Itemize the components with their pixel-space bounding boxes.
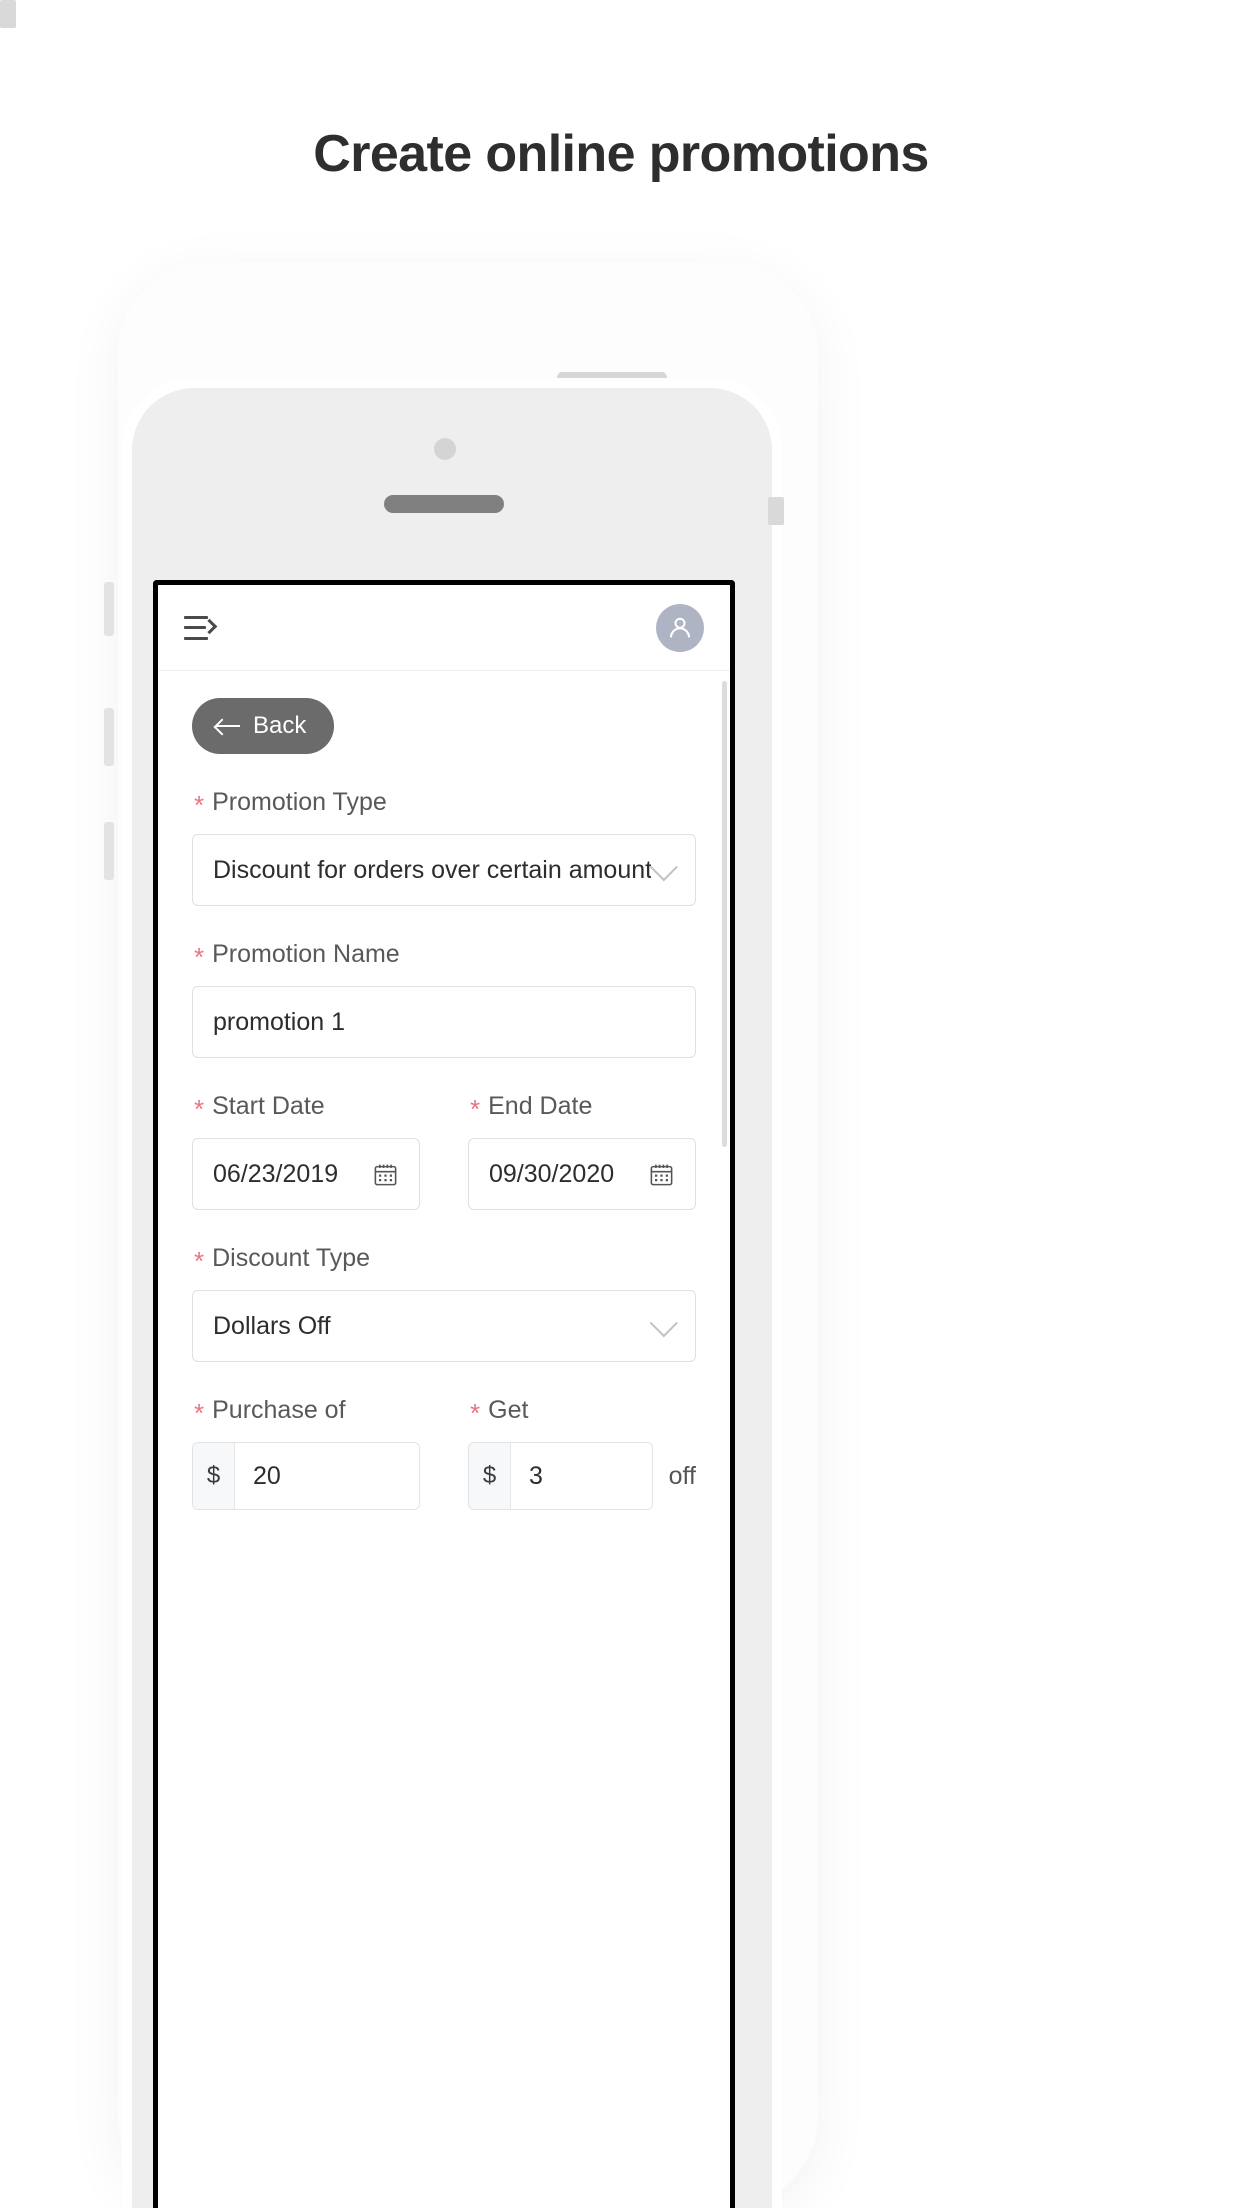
speaker-grille-icon — [384, 495, 504, 513]
page-title: Create online promotions — [313, 125, 929, 183]
required-asterisk: * — [470, 1094, 481, 1124]
purchase-of-group: * Purchase of $ 20 — [192, 1362, 420, 1510]
start-date-group: * Start Date 06/23/2019 — [192, 1058, 420, 1210]
label-promotion-type: * Promotion Type — [194, 788, 696, 820]
required-asterisk: * — [194, 1094, 205, 1124]
label-text: Promotion Type — [212, 788, 387, 816]
label-text: End Date — [488, 1092, 593, 1120]
purchase-of-input[interactable]: $ 20 — [192, 1442, 420, 1510]
form-scroll-area: Back * Promotion Type Discount for order… — [158, 672, 730, 2208]
user-avatar-icon[interactable] — [656, 603, 704, 652]
amount-row: * Purchase of $ 20 * Get $ 3 off — [192, 1362, 696, 1510]
phone-mute-switch — [0, 0, 16, 28]
chevron-down-icon — [649, 853, 678, 882]
label-text: Purchase of — [212, 1396, 346, 1424]
promotion-name-input[interactable]: promotion 1 — [192, 986, 696, 1058]
required-asterisk: * — [194, 1398, 205, 1428]
promotion-name-value: promotion 1 — [213, 1007, 346, 1036]
currency-symbol: $ — [469, 1443, 511, 1509]
discount-type-select[interactable]: Dollars Off — [192, 1290, 696, 1362]
label-get: * Get — [470, 1396, 696, 1428]
get-input[interactable]: $ 3 — [468, 1442, 653, 1510]
currency-symbol: $ — [193, 1443, 235, 1509]
get-value: 3 — [529, 1461, 543, 1490]
phone-volume-down-button — [104, 708, 114, 766]
app-header — [158, 585, 730, 671]
get-suffix-label: off — [668, 1461, 696, 1490]
end-date-group: * End Date 09/30/2020 — [468, 1058, 696, 1210]
phone-volume-up-button — [104, 582, 114, 636]
label-promotion-name: * Promotion Name — [194, 940, 696, 972]
label-text: Discount Type — [212, 1244, 371, 1272]
phone-side-button — [104, 822, 114, 880]
purchase-of-value: 20 — [253, 1461, 281, 1490]
back-button[interactable]: Back — [192, 698, 335, 754]
chevron-down-icon — [649, 1309, 678, 1338]
end-date-value: 09/30/2020 — [489, 1159, 615, 1188]
promotion-type-select[interactable]: Discount for orders over certain amount — [192, 834, 696, 906]
promotion-type-value: Discount for orders over certain amount — [213, 855, 651, 884]
calendar-icon[interactable] — [372, 1161, 399, 1188]
calendar-icon[interactable] — [648, 1161, 675, 1188]
label-start-date: * Start Date — [194, 1092, 420, 1124]
menu-unfold-icon[interactable] — [184, 615, 218, 641]
get-group: * Get $ 3 off — [468, 1362, 696, 1510]
camera-dot-icon — [434, 438, 456, 460]
back-button-label: Back — [253, 712, 307, 739]
label-text: Start Date — [212, 1092, 325, 1120]
label-discount-type: * Discount Type — [194, 1244, 696, 1276]
phone-screen: Back * Promotion Type Discount for order… — [153, 580, 735, 2208]
required-asterisk: * — [194, 942, 205, 972]
label-text: Promotion Name — [212, 940, 400, 968]
required-asterisk: * — [194, 1246, 205, 1276]
arrow-left-icon — [216, 718, 240, 734]
page-root: Create online promotions Back * Promotio… — [0, 0, 1242, 2208]
start-date-input[interactable]: 06/23/2019 — [192, 1138, 420, 1210]
label-end-date: * End Date — [470, 1092, 696, 1124]
label-text: Get — [488, 1396, 529, 1424]
end-date-input[interactable]: 09/30/2020 — [468, 1138, 696, 1210]
discount-type-value: Dollars Off — [213, 1311, 331, 1340]
date-row: * Start Date 06/23/2019 * End Date 09/30… — [192, 1058, 696, 1210]
required-asterisk: * — [470, 1398, 481, 1428]
phone-power-button — [768, 497, 784, 525]
label-purchase-of: * Purchase of — [194, 1396, 420, 1428]
required-asterisk: * — [194, 790, 205, 820]
start-date-value: 06/23/2019 — [213, 1159, 339, 1188]
